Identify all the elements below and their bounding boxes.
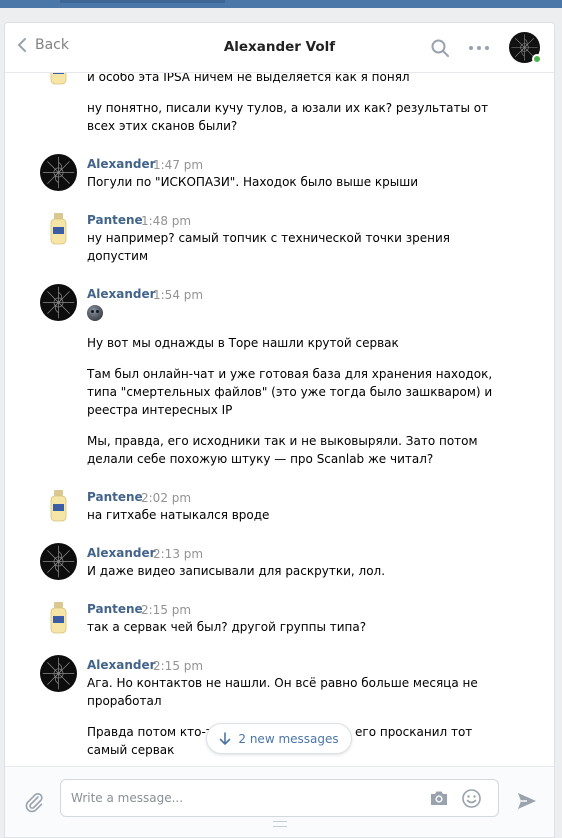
contact-avatar[interactable]	[509, 32, 542, 64]
message-time[interactable]: 2:15 pm	[153, 659, 203, 673]
message-text: реестра интересных IP	[87, 403, 233, 417]
message-input-box[interactable]	[60, 779, 499, 817]
pantene-bottle-image	[50, 213, 67, 245]
back-button[interactable]: Back	[17, 37, 69, 53]
new-messages-label: 2 new messages	[238, 731, 339, 746]
resize-grip[interactable]	[273, 821, 287, 827]
message-text: Ага. Но контактов не нашли. Он всё равно…	[87, 676, 478, 690]
neutral-face-emoji-icon	[87, 305, 103, 321]
message-text: И даже видео записывали для раскрутки, л…	[87, 564, 386, 578]
message-time[interactable]: 1:47 pm	[153, 158, 203, 172]
message-text: ну например? самый топчик с технической …	[87, 231, 451, 245]
message-text: допустим	[87, 249, 149, 263]
message-text: на гитхабе натыкался вроде	[87, 508, 270, 522]
message-text: так а сервак чей был? другой группы типа…	[87, 620, 367, 634]
paperclip-icon[interactable]	[23, 791, 45, 813]
message-text: Мы, правда, его исходники так и не выков…	[87, 434, 478, 448]
message-text: ну понятно, писали кучу тулов, а юзали и…	[87, 101, 489, 115]
message-text: Ну вот мы однажды в Торе нашли крутой се…	[87, 336, 399, 350]
message-composer	[5, 766, 554, 837]
message-text: типа "смертельных файлов" (это уже тогда…	[87, 385, 493, 399]
app-top-bar	[0, 0, 562, 8]
avatar-pantene[interactable]	[40, 599, 77, 636]
dark-avatar-image	[42, 156, 75, 189]
author-name[interactable]: Alexander	[87, 157, 156, 171]
message-text: делали себе похожую штуку — про Scanlab …	[87, 452, 434, 466]
message-time[interactable]: 2:15 pm	[141, 603, 191, 617]
chat-panel: Back Alexander Volf и особо эта IPSA нич…	[4, 22, 555, 838]
dark-avatar-image	[42, 657, 75, 690]
message-text: самый сервак	[87, 743, 175, 757]
pantene-bottle-image	[50, 73, 67, 85]
message-feed[interactable]: и особо эта IPSA ничем не выделяется как…	[5, 73, 554, 766]
message-text: проработал	[87, 694, 162, 708]
camera-icon[interactable]	[429, 789, 449, 807]
arrow-down-icon	[220, 731, 231, 745]
message-time[interactable]: 2:02 pm	[141, 491, 191, 505]
author-name[interactable]: Pantene	[87, 213, 143, 227]
avatar-alexander[interactable]	[40, 154, 77, 191]
message-text: Погули по "ИСКОПАЗИ". Находок было выше …	[87, 175, 419, 189]
message-time[interactable]: 2:13 pm	[153, 547, 203, 561]
smile-icon[interactable]	[461, 788, 482, 809]
dark-avatar-image	[42, 286, 75, 319]
chevron-left-icon	[18, 38, 26, 52]
avatar-alexander[interactable]	[40, 655, 77, 692]
author-name[interactable]: Alexander	[87, 546, 156, 560]
avatar-pantene[interactable]	[40, 73, 77, 87]
message-text: его просканил тот	[355, 725, 473, 739]
back-label: Back	[35, 37, 69, 53]
author-name[interactable]: Pantene	[87, 490, 143, 504]
chat-header: Back Alexander Volf	[5, 23, 554, 73]
message-time[interactable]: 1:48 pm	[141, 214, 191, 228]
online-indicator	[532, 54, 542, 64]
message-time[interactable]: 1:54 pm	[153, 288, 203, 302]
avatar-alexander[interactable]	[40, 284, 77, 321]
message-input[interactable]	[71, 780, 411, 816]
dark-avatar-image	[42, 545, 75, 578]
message-text: и особо эта IPSA ничем не выделяется как…	[87, 73, 410, 84]
avatar-pantene[interactable]	[40, 487, 77, 524]
author-name[interactable]: Pantene	[87, 602, 143, 616]
new-messages-button[interactable]: 2 new messages	[206, 723, 352, 754]
avatar-pantene[interactable]	[40, 210, 77, 247]
more-icon[interactable]	[467, 38, 491, 58]
top-bar-tab	[60, 0, 225, 3]
search-icon[interactable]	[430, 38, 450, 58]
send-icon[interactable]	[515, 789, 539, 813]
author-name[interactable]: Alexander	[87, 287, 156, 301]
pantene-bottle-image	[50, 490, 67, 522]
pantene-bottle-image	[50, 602, 67, 634]
avatar-alexander[interactable]	[40, 543, 77, 580]
author-name[interactable]: Alexander	[87, 658, 156, 672]
message-text: всех этих сканов были?	[87, 119, 238, 133]
message-text: Правда потом кто-то	[87, 725, 221, 739]
message-text: Там был онлайн-чат и уже готовая база дл…	[87, 367, 493, 381]
